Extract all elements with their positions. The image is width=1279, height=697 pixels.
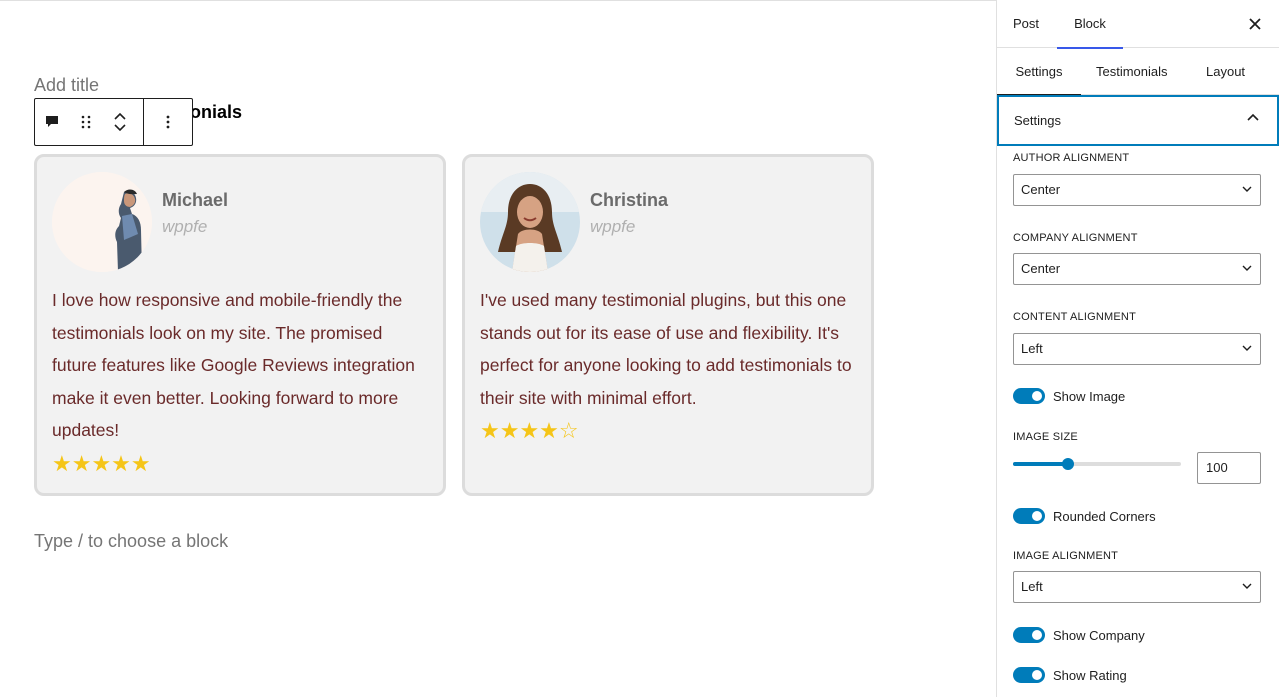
author-info: Christina wppfe [590, 188, 668, 242]
rounded-corners-label: Rounded Corners [1053, 508, 1156, 524]
image-size-label: IMAGE SIZE [1013, 431, 1078, 443]
show-image-label: Show Image [1053, 388, 1126, 404]
company-alignment-label: COMPANY ALIGNMENT [1013, 232, 1138, 244]
card-header: Christina wppfe [480, 172, 856, 272]
block-toolbar [34, 98, 193, 146]
show-company-label: Show Company [1053, 627, 1145, 643]
star-rating: ★★★★☆ [480, 418, 579, 443]
author-avatar [52, 172, 152, 272]
block-heading[interactable]: onials [190, 102, 242, 123]
move-down-icon[interactable] [113, 124, 127, 132]
author-info: Michael wppfe [162, 188, 228, 242]
settings-panel-toggle[interactable]: Settings [997, 95, 1279, 146]
tab-block[interactable]: Block [1057, 0, 1123, 49]
drag-handle[interactable] [69, 99, 103, 145]
select-value: Center [1021, 261, 1061, 276]
rounded-corners-toggle[interactable] [1013, 508, 1045, 524]
block-subtabs: Settings Testimonials Layout [997, 48, 1279, 96]
slider-fill [1013, 462, 1069, 466]
image-alignment-select[interactable]: Left [1013, 571, 1261, 603]
block-options-button[interactable] [144, 99, 192, 145]
content-alignment-label: CONTENT ALIGNMENT [1013, 311, 1136, 323]
block-appender[interactable]: Type / to choose a block [34, 531, 228, 552]
content-alignment-select[interactable]: Left [1013, 333, 1261, 365]
block-type-button[interactable] [35, 99, 69, 145]
show-image-toggle-row: Show Image [1013, 388, 1125, 404]
chevron-up-icon [1247, 113, 1259, 121]
card-header: Michael wppfe [52, 172, 428, 272]
testimonial-card[interactable]: Michael wppfe I love how responsive and … [34, 154, 446, 496]
slider-thumb[interactable] [1062, 458, 1075, 470]
author-name: Michael [162, 190, 229, 210]
star-rating: ★★★★★ [52, 450, 151, 476]
chevron-down-icon [1242, 583, 1252, 589]
author-company: wppfe [590, 217, 636, 236]
select-value: Center [1021, 182, 1061, 197]
show-rating-toggle[interactable] [1013, 667, 1045, 683]
author-photo [480, 172, 580, 272]
author-photo [52, 172, 152, 272]
more-options-icon [166, 115, 170, 129]
testimonial-icon [46, 116, 58, 127]
block-toolbar-main-group [35, 99, 144, 145]
image-size-slider[interactable] [1013, 458, 1181, 470]
subtab-testimonials[interactable]: Testimonials [1096, 48, 1168, 95]
author-alignment-select[interactable]: Center [1013, 174, 1261, 206]
settings-panel-body: AUTHOR ALIGNMENT Center COMPANY ALIGNMEN… [997, 146, 1279, 696]
panel-title: Settings [1014, 113, 1061, 128]
testimonial-grid: Michael wppfe I love how responsive and … [34, 154, 874, 496]
chevron-down-icon [1242, 186, 1252, 192]
show-rating-label: Show Rating [1053, 667, 1127, 683]
subtab-layout[interactable]: Layout [1206, 48, 1245, 95]
select-value: Left [1021, 341, 1043, 356]
subtab-settings[interactable]: Settings [997, 48, 1081, 96]
sidebar-header: Post Block [997, 0, 1279, 49]
chevron-down-icon [1242, 265, 1252, 271]
select-value: Left [1021, 579, 1043, 594]
testimonial-card[interactable]: Christina wppfe I've used many testimoni… [462, 154, 874, 496]
block-movers [103, 99, 137, 145]
title-placeholder[interactable]: Add title [34, 75, 99, 96]
author-alignment-label: AUTHOR ALIGNMENT [1013, 152, 1130, 164]
drag-handle-icon [81, 115, 91, 129]
tab-post[interactable]: Post [1013, 0, 1039, 48]
close-sidebar-button[interactable] [1245, 14, 1265, 34]
chevron-down-icon [1242, 345, 1252, 351]
author-company: wppfe [162, 217, 208, 236]
company-alignment-select[interactable]: Center [1013, 253, 1261, 285]
move-up-icon[interactable] [113, 112, 127, 120]
testimonial-text: I love how responsive and mobile-friendl… [52, 290, 415, 440]
image-alignment-label: IMAGE ALIGNMENT [1013, 550, 1119, 562]
rounded-corners-toggle-row: Rounded Corners [1013, 508, 1156, 524]
show-company-toggle-row: Show Company [1013, 627, 1145, 643]
show-rating-toggle-row: Show Rating [1013, 667, 1127, 683]
show-company-toggle[interactable] [1013, 627, 1045, 643]
image-size-input[interactable]: 100 [1197, 452, 1261, 484]
author-name: Christina [590, 190, 669, 210]
close-icon [1249, 18, 1261, 30]
show-image-toggle[interactable] [1013, 388, 1045, 404]
editor-canvas: Add title onials Michael wppfe I love ho… [0, 0, 996, 697]
testimonial-text: I've used many testimonial plugins, but … [480, 290, 852, 408]
settings-sidebar: Post Block Settings Testimonials Layout … [996, 0, 1279, 697]
author-avatar [480, 172, 580, 272]
